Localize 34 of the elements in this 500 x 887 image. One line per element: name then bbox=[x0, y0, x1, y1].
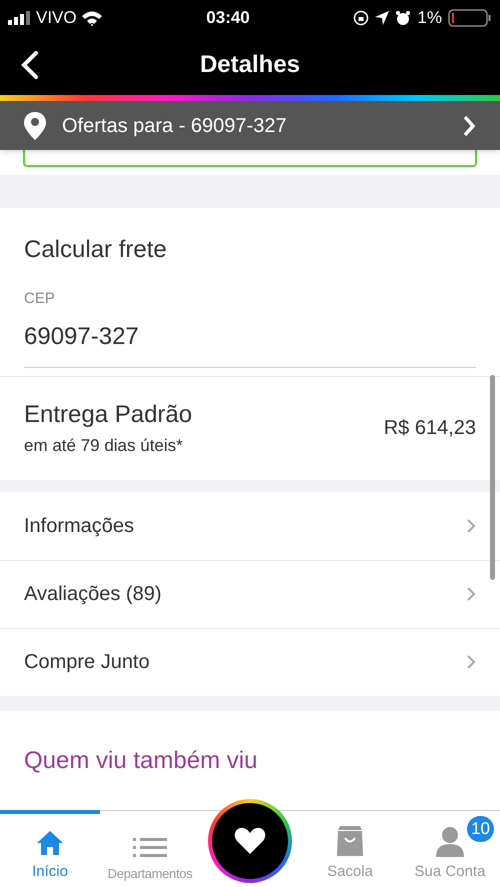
delivery-price: R$ 614,23 bbox=[384, 416, 476, 441]
field-label: CEP bbox=[24, 289, 56, 309]
notification-badge: 10 bbox=[467, 816, 494, 842]
chevron-right-icon bbox=[462, 114, 476, 136]
wifi-icon bbox=[80, 10, 103, 26]
section-heading: Quem viu também viu bbox=[24, 746, 258, 776]
clock-text: 03:40 bbox=[206, 6, 250, 29]
chevron-right-icon bbox=[466, 654, 476, 670]
delivery-time-text: em até 79 dias úteis* bbox=[24, 435, 184, 458]
section-title: Calcular frete bbox=[24, 235, 168, 265]
page-title: Detalhes bbox=[200, 50, 300, 80]
chevron-right-icon bbox=[466, 586, 476, 602]
location-arrow-icon bbox=[375, 10, 390, 24]
delivery-option-name: Entrega Padrão bbox=[24, 400, 192, 430]
rotation-lock-icon bbox=[353, 10, 370, 26]
tab-item[interactable]: Sua Conta 10 bbox=[400, 811, 500, 887]
heart-icon bbox=[234, 827, 266, 855]
location-bar[interactable]: Ofertas para - 69097-327 bbox=[0, 101, 500, 150]
battery-icon bbox=[448, 8, 492, 26]
bag-icon bbox=[335, 824, 365, 856]
signal-icon bbox=[8, 10, 32, 24]
menu-row[interactable]: Informações bbox=[0, 492, 500, 560]
alarm-icon bbox=[395, 10, 412, 26]
person-icon bbox=[434, 824, 466, 856]
cep-input-field[interactable]: 69097-327 bbox=[24, 310, 476, 368]
back-chevron-icon bbox=[21, 51, 39, 79]
home-icon bbox=[35, 828, 65, 856]
battery-percent-text: 1% bbox=[417, 6, 442, 29]
location-pin-icon bbox=[24, 112, 46, 140]
tab-item[interactable]: Início bbox=[0, 810, 100, 887]
list-icon bbox=[133, 836, 167, 860]
menu-row[interactable]: Compre Junto bbox=[0, 628, 500, 696]
chevron-right-icon bbox=[466, 518, 476, 534]
carrier-text: VIVO bbox=[36, 6, 77, 29]
